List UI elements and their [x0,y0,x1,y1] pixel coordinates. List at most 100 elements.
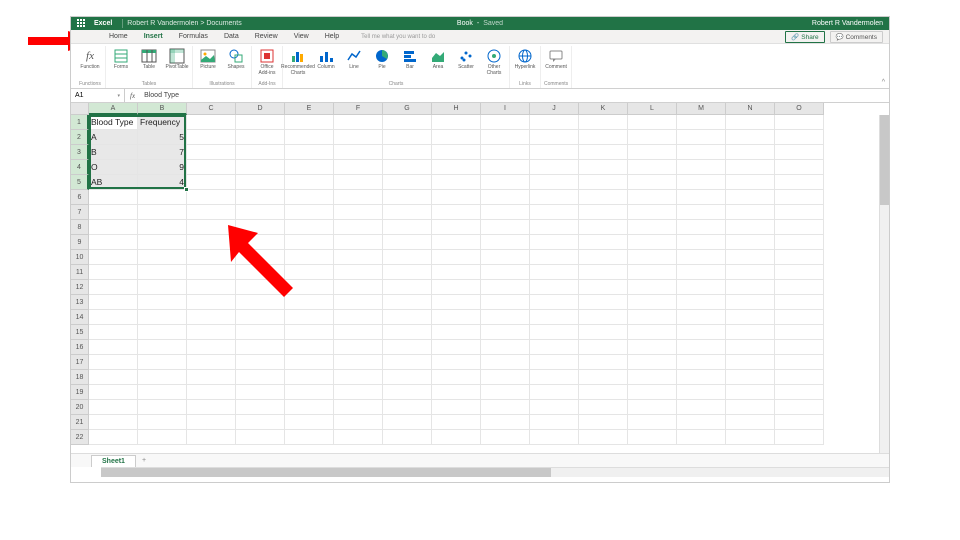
cell[interactable] [432,235,481,250]
cell[interactable] [579,340,628,355]
pivottable-button[interactable]: PivotTable [165,48,189,71]
user-name[interactable]: Robert R Vandermolen [812,20,883,27]
cell[interactable] [187,205,236,220]
cell[interactable] [383,355,432,370]
cell[interactable] [285,130,334,145]
cell[interactable]: 9 [138,160,187,175]
cell[interactable] [628,430,677,445]
cell[interactable] [530,145,579,160]
row-header[interactable]: 9 [71,235,89,250]
cell[interactable] [334,250,383,265]
cell[interactable] [677,370,726,385]
doc-title[interactable]: Book - Saved [457,20,503,27]
select-all-corner[interactable] [71,103,89,115]
cell[interactable] [628,385,677,400]
cell[interactable] [285,205,334,220]
cell[interactable] [628,265,677,280]
cell[interactable] [775,160,824,175]
cell[interactable] [334,415,383,430]
cell[interactable] [530,280,579,295]
cell[interactable] [89,310,138,325]
cell[interactable] [530,250,579,265]
cell[interactable] [236,370,285,385]
cell[interactable] [432,280,481,295]
row-header[interactable]: 8 [71,220,89,235]
cell[interactable] [285,400,334,415]
cell[interactable] [628,115,677,130]
cell[interactable] [726,205,775,220]
cell[interactable] [775,340,824,355]
cell[interactable] [89,400,138,415]
cell[interactable] [236,340,285,355]
cell[interactable] [677,295,726,310]
cell[interactable] [530,370,579,385]
cell[interactable] [187,430,236,445]
col-header[interactable]: K [579,103,628,115]
cell[interactable] [138,385,187,400]
cell[interactable] [187,370,236,385]
cell[interactable] [726,250,775,265]
cell[interactable] [285,370,334,385]
cell[interactable] [383,220,432,235]
tell-me-search[interactable]: Tell me what you want to do [361,34,435,40]
cell[interactable] [481,130,530,145]
cell[interactable] [334,295,383,310]
row-header[interactable]: 7 [71,205,89,220]
cell[interactable] [187,130,236,145]
comment-button[interactable]: Comment [544,48,568,71]
cell[interactable] [530,295,579,310]
cell[interactable] [726,115,775,130]
cell[interactable] [89,295,138,310]
cell[interactable] [383,145,432,160]
cell[interactable] [481,115,530,130]
cell[interactable] [236,415,285,430]
cell[interactable] [579,295,628,310]
cell[interactable]: Frequency [138,115,187,130]
cell[interactable] [187,145,236,160]
cell[interactable]: O [89,160,138,175]
row-header[interactable]: 3 [71,145,89,160]
cell[interactable] [726,145,775,160]
cell[interactable] [677,340,726,355]
cell[interactable] [481,400,530,415]
cell[interactable] [530,400,579,415]
shapes-button[interactable]: Shapes [224,48,248,71]
cell[interactable] [677,130,726,145]
row-header[interactable]: 5 [71,175,89,190]
cell[interactable] [383,310,432,325]
cell[interactable] [775,400,824,415]
table-button[interactable]: Table [137,48,161,71]
scroll-thumb[interactable] [880,115,889,205]
cell[interactable] [236,130,285,145]
cell[interactable] [530,190,579,205]
horizontal-scrollbar[interactable] [101,467,889,477]
cell[interactable] [677,430,726,445]
cell[interactable] [677,280,726,295]
cell[interactable] [726,400,775,415]
cell[interactable] [432,325,481,340]
cell[interactable] [285,385,334,400]
cell[interactable] [432,370,481,385]
col-header[interactable]: F [334,103,383,115]
cell[interactable] [432,340,481,355]
cell[interactable] [481,385,530,400]
cell[interactable] [334,430,383,445]
col-header[interactable]: L [628,103,677,115]
cell[interactable] [579,385,628,400]
cell[interactable] [677,235,726,250]
cell[interactable] [726,160,775,175]
cell[interactable] [383,235,432,250]
cell[interactable] [775,115,824,130]
cell[interactable] [481,370,530,385]
cell[interactable] [677,355,726,370]
cell[interactable] [285,160,334,175]
cell[interactable] [530,310,579,325]
cell[interactable] [481,310,530,325]
cell[interactable] [187,190,236,205]
cell[interactable] [579,115,628,130]
cell[interactable] [579,205,628,220]
cell[interactable] [775,415,824,430]
row-header[interactable]: 4 [71,160,89,175]
cell[interactable] [481,325,530,340]
col-header[interactable]: A [89,103,138,115]
